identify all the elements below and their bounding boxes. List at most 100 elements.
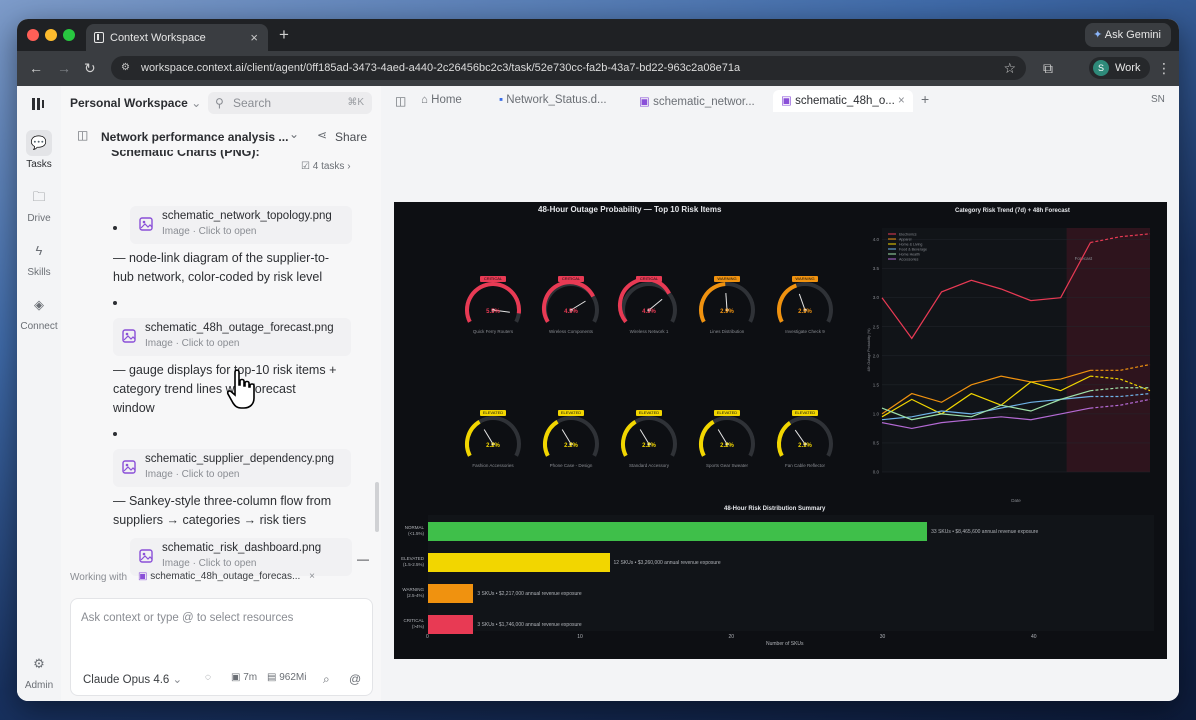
dist-category-label: WARNING (2.5-4%): [402, 587, 424, 598]
gauge-label: Investigate Check 9: [785, 329, 825, 334]
scrollbar[interactable]: [375, 482, 379, 532]
browser-tab-title: Context Workspace: [110, 32, 206, 44]
bookmark-star-icon[interactable]: ☆: [1003, 56, 1016, 80]
gauge-dial: [699, 416, 755, 457]
search-input[interactable]: ⚲ Search ⌘K: [208, 92, 372, 114]
gauge-value: 5.5%: [486, 309, 500, 315]
minimize-window-button[interactable]: [45, 29, 57, 41]
tab-home-label: Home: [431, 94, 462, 106]
scroll-down-icon[interactable]: ↓: [231, 539, 237, 551]
chat-title[interactable]: Network performance analysis ...: [101, 130, 288, 144]
image-file-icon: [122, 460, 136, 474]
back-arrow-icon[interactable]: ←: [29, 60, 43, 76]
gauge-dial: [542, 280, 599, 323]
elapsed-time: ▣ 7m: [231, 672, 257, 683]
model-selector[interactable]: Claude Opus 4.6 ⌄: [83, 672, 182, 686]
file-card-outage-forecast[interactable]: schematic_48h_outage_forecast.png Image …: [113, 318, 351, 356]
app-logo-icon[interactable]: [30, 96, 46, 112]
split-view-icon[interactable]: ◫: [395, 94, 406, 108]
folder-icon: 🗀: [32, 189, 46, 204]
close-icon[interactable]: ×: [898, 95, 905, 107]
sidebar-toggle-icon[interactable]: ◫: [77, 128, 88, 142]
document-tabs: ◫ ⌂ Home ▪ Network_Status.d... ▣ schemat…: [381, 86, 1179, 120]
gauge-value: 4.3%: [642, 309, 656, 315]
user-initials[interactable]: SN: [1151, 94, 1165, 105]
rail-skills[interactable]: ϟ Skills: [17, 238, 61, 278]
dist-x-tick: 0: [426, 634, 429, 640]
tab-network-status[interactable]: ▪ Network_Status.d...: [499, 94, 607, 106]
chat-header: ◫ Network performance analysis ... ⌄ ⋖ S…: [61, 120, 381, 152]
tasks-count-label: 4 tasks: [312, 161, 345, 172]
list-bullet: [113, 226, 117, 230]
risk-gauge: CRITICAL 4.3% Wireless Network 1: [614, 276, 684, 346]
composer-placeholder: Ask context or type @ to select resource…: [81, 612, 294, 624]
gauge-label: Fashion Accessories: [472, 463, 514, 468]
y-tick-label: 0.0: [873, 470, 880, 475]
list-bullet: [113, 301, 117, 305]
chevron-down-icon[interactable]: ⌄: [289, 127, 299, 141]
dist-bar: [428, 584, 474, 603]
browser-tab[interactable]: Context Workspace ×: [86, 24, 268, 51]
rail-drive-label: Drive: [27, 213, 51, 224]
dist-bar: [428, 522, 928, 541]
gauge-dial: [777, 282, 833, 323]
tab-label: Network_Status.d...: [506, 94, 607, 106]
file-card-network-topology[interactable]: schematic_network_topology.png Image · C…: [130, 206, 352, 244]
message-composer[interactable]: Ask context or type @ to select resource…: [70, 598, 373, 696]
gauge-badge: WARNING: [714, 276, 740, 282]
profile-button[interactable]: S Work: [1089, 57, 1151, 79]
new-doc-tab-button[interactable]: +: [921, 91, 929, 107]
rail-admin-label: Admin: [24, 680, 54, 691]
rail-drive[interactable]: 🗀 Drive: [17, 184, 61, 224]
risk-gauge: CRITICAL 4.5% Wireless Components: [536, 276, 606, 346]
close-icon[interactable]: ×: [309, 571, 315, 582]
gauge-value: 2.2%: [642, 443, 656, 449]
rail-connect[interactable]: ◈ Connect: [17, 292, 61, 332]
ask-gemini-button[interactable]: ✦ Ask Gemini: [1085, 23, 1171, 47]
risk-gauge: ELEVATED 2.1% Fan Cable Reflector: [770, 410, 840, 480]
token-usage: ▤ 962Mi: [267, 672, 306, 683]
rail-tasks[interactable]: 💬 Tasks: [17, 130, 61, 170]
share-button[interactable]: Share: [335, 130, 367, 144]
dist-bar-note: 33 SKUs • $8,465,600 annual revenue expo…: [931, 529, 1039, 535]
browser-menu-icon[interactable]: ⋮: [1157, 60, 1171, 77]
address-bar[interactable]: ⚙ workspace.context.ai/client/agent/0ff1…: [111, 56, 1026, 80]
rail-admin[interactable]: ⚙ Admin: [17, 651, 61, 691]
file-name: schematic_network_topology.png: [162, 210, 332, 222]
gauge-label: Standard Accessory: [628, 463, 670, 468]
image-file-icon: [139, 217, 153, 231]
new-tab-button[interactable]: +: [279, 25, 289, 45]
image-file-icon: ▣: [639, 96, 650, 108]
trailing-dash: —: [357, 552, 369, 566]
tab-schematic-network[interactable]: ▣ schematic_networ...: [639, 94, 755, 108]
maximize-window-button[interactable]: [63, 29, 75, 41]
reload-icon[interactable]: ↻: [84, 60, 96, 77]
mention-at-icon[interactable]: @: [349, 672, 361, 686]
close-window-button[interactable]: [27, 29, 39, 41]
legend-label: Apparel: [899, 238, 912, 242]
legend-label: Food & Beverage: [899, 248, 927, 252]
close-tab-icon[interactable]: ×: [250, 30, 258, 45]
gauge-dial: [777, 416, 833, 457]
chevron-right-icon: ›: [347, 161, 351, 172]
tasks-count-button[interactable]: ☑ 4 tasks ›: [301, 161, 351, 172]
ask-gemini-label: Ask Gemini: [1104, 29, 1161, 41]
site-info-icon[interactable]: ⚙: [121, 56, 130, 80]
model-name: Claude Opus 4.6: [83, 674, 170, 686]
risk-gauge: WARNING 2.5% Investigate Check 9: [770, 276, 840, 346]
file-card-supplier-dependency[interactable]: schematic_supplier_dependency.png Image …: [113, 449, 351, 487]
forward-arrow-icon[interactable]: →: [57, 60, 71, 76]
working-with-chip[interactable]: ▣ schematic_48h_outage_forecas... ×: [138, 567, 315, 587]
risk-gauge: ELEVATED 2.2% Sports Gear Sweater: [692, 410, 762, 480]
workspace-switcher[interactable]: Personal Workspace ⌄: [70, 96, 201, 110]
description-line: — node-link diagram of the supplier-to-: [113, 251, 330, 265]
tab-home[interactable]: ⌂ Home: [421, 94, 462, 106]
description-line: — gauge displays for top-10 risk items +: [113, 363, 337, 377]
extensions-icon[interactable]: ⧉: [1043, 60, 1053, 77]
address-row: ← → ↻ ⚙ workspace.context.ai/client/agen…: [17, 51, 1179, 86]
file-name: schematic_48h_outage_forecast.png: [145, 322, 334, 334]
y-tick-label: 1.0: [873, 411, 880, 416]
tab-schematic-48h[interactable]: ▣ schematic_48h_o... ×: [773, 90, 913, 112]
attach-paperclip-icon[interactable]: ⌕: [323, 672, 330, 687]
description-line: — Sankey-style three-column flow from: [113, 494, 332, 508]
